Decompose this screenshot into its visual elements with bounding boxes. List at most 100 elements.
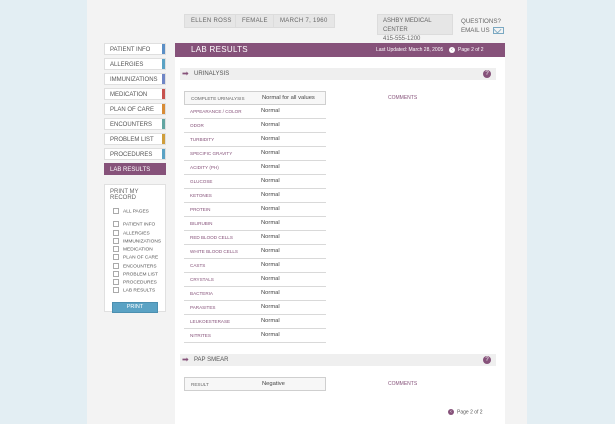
checkbox[interactable] [113,279,119,286]
patient-gender: FEMALE [235,14,275,28]
test-name: COMPLETE URINALYSIS [191,96,245,101]
clinic-name: ASHBY MEDICAL CENTER [383,18,432,33]
test-value: Normal [261,290,280,296]
bottom-pager: ‹ Page 2 of 2 [448,409,483,415]
test-name: CRYSTALS [190,277,214,282]
patient-dob: MARCH 7, 1960 [273,14,335,28]
sidebar-item-plan-of-care[interactable]: PLAN OF CARE [104,103,166,115]
test-name: SPECIFIC GRAVITY [190,151,233,156]
print-option-label: ENCOUNTERS [123,263,157,269]
print-option-patient-info[interactable]: PATIENT INFO [105,221,165,229]
lab-results-header: LAB RESULTS Last Updated: March 28, 2005… [175,43,505,57]
test-name: BACTERIA [190,291,213,296]
print-option-label: LAB RESULTS [123,288,156,294]
test-name: ACIDITY (PH) [190,165,219,170]
test-name: CASTS [190,263,206,268]
table-row: GLUCOSE Normal [184,175,326,189]
sidebar-item-label: PLAN OF CARE [110,107,155,113]
checkbox[interactable] [113,221,119,228]
print-option-procedures[interactable]: PROCEDURES [105,279,165,287]
print-button[interactable]: PRINT [112,301,158,313]
page-title: LAB RESULTS [191,45,248,54]
table-row: CASTS Normal [184,259,326,273]
test-name: LEUKOESTERASE [190,319,231,324]
envelope-icon[interactable] [492,26,504,34]
print-option-problem-list[interactable]: PROBLEM LIST [105,270,165,279]
print-option-all-pages[interactable]: ALL PAGES [105,208,165,216]
sidebar-item-patient-info[interactable]: PATIENT INFO [104,43,166,55]
test-value: Normal [261,262,280,268]
sidebar-item-problem-list[interactable]: PROBLEM LIST [104,133,166,145]
checkbox[interactable] [113,208,119,214]
print-option-label: PROBLEM LIST [123,272,158,278]
checkbox[interactable] [113,237,119,244]
help-icon[interactable]: ? [483,70,491,78]
sidebar-item-procedures[interactable]: PROCEDURES [104,148,166,160]
test-name: WHITE BLOOD CELLS [190,249,238,254]
previous-page-icon[interactable]: ‹ [449,46,455,53]
table-row: RED BLOOD CELLS Normal [184,231,326,245]
print-option-medication[interactable]: MEDICATION [105,246,165,254]
table-row: CRYSTALS Normal [184,273,326,287]
checkbox[interactable] [113,246,119,253]
checkbox[interactable] [113,262,119,269]
print-option-label: ALL PAGES [123,209,149,215]
sidebar-color-stripe [162,119,165,129]
sidebar-item-encounters[interactable]: ENCOUNTERS [104,118,166,130]
test-value: Normal [261,136,280,142]
table-row: LEUKOESTERASE Normal [184,315,326,329]
test-value: Normal [261,150,280,156]
pager-label: Page 2 of 2 [458,47,484,53]
print-option-encounters[interactable]: ENCOUNTERS [105,262,165,271]
table-row: SPECIFIC GRAVITY Normal [184,147,326,161]
sidebar-item-label: IMMUNIZATIONS [110,77,158,83]
print-option-plan-of-care[interactable]: PLAN OF CARE [105,254,165,262]
test-value: Normal [261,318,280,324]
last-updated: Last Updated: March 28, 2005 [376,47,444,53]
print-option-label: ALLERGIES [123,230,150,236]
table-row: BACTERIA Normal [184,287,326,301]
test-value: Normal [261,234,280,240]
contact-block: QUESTIONS? EMAIL US [461,17,504,35]
sidebar-color-stripe [162,74,165,84]
sidebar-item-immunizations[interactable]: IMMUNIZATIONS [104,73,166,85]
test-name: PROTEIN [190,207,211,212]
urinalysis-table: COMPLETE URINALYSIS Normal for all values… [184,91,326,343]
sidebar-item-label: ENCOUNTERS [110,122,153,128]
table-row: APPEARANCE / COLOR Normal [184,105,326,119]
test-name: NITRITES [190,333,211,338]
print-option-lab-results[interactable]: LAB RESULTS [105,287,165,295]
checkbox[interactable] [113,254,119,261]
section-pap-smear[interactable]: ➡ PAP SMEAR ? [180,354,496,366]
test-value: Normal for all values [262,95,315,101]
pager: ‹ Page 2 of 2 [449,43,484,57]
previous-page-icon[interactable]: ‹ [448,409,454,415]
print-option-allergies[interactable]: ALLERGIES [105,229,165,238]
pap-smear-table: RESULT Negative [184,377,326,391]
sidebar-item-label: PATIENT INFO [110,47,151,53]
checkbox[interactable] [113,270,119,277]
table-row: WHITE BLOOD CELLS Normal [184,245,326,259]
table-row: KETONES Normal [184,189,326,203]
arrow-right-icon: ➡ [182,355,189,364]
sidebar-color-stripe [162,104,165,114]
sidebar-item-lab-results[interactable]: LAB RESULTS [104,163,166,175]
sidebar-item-allergies[interactable]: ALLERGIES [104,58,166,70]
print-option-immunizations[interactable]: IMMUNIZATIONS [105,237,165,246]
print-option-label: IMMUNIZATIONS [123,239,162,245]
sidebar-item-label: MEDICATION [110,92,148,98]
email-us-link[interactable]: EMAIL US [461,26,504,35]
main-content: LAB RESULTS Last Updated: March 28, 2005… [175,43,505,424]
print-record-panel: PRINT MY RECORD ALL PAGES PATIENT INFO AL… [104,184,166,313]
sidebar-item-label: ALLERGIES [110,62,144,68]
sidebar-item-medication[interactable]: MEDICATION [104,88,166,100]
help-icon[interactable]: ? [483,356,491,364]
checkbox[interactable] [113,287,119,294]
section-urinalysis[interactable]: ➡ URINALYSIS ? [180,68,496,80]
pager-label: Page 2 of 2 [457,409,483,416]
table-row: PROTEIN Normal [184,203,326,217]
sidebar-item-label: PROBLEM LIST [110,137,154,143]
test-name: KETONES [190,193,212,198]
section-title: PAP SMEAR [194,357,229,363]
checkbox[interactable] [113,229,119,236]
